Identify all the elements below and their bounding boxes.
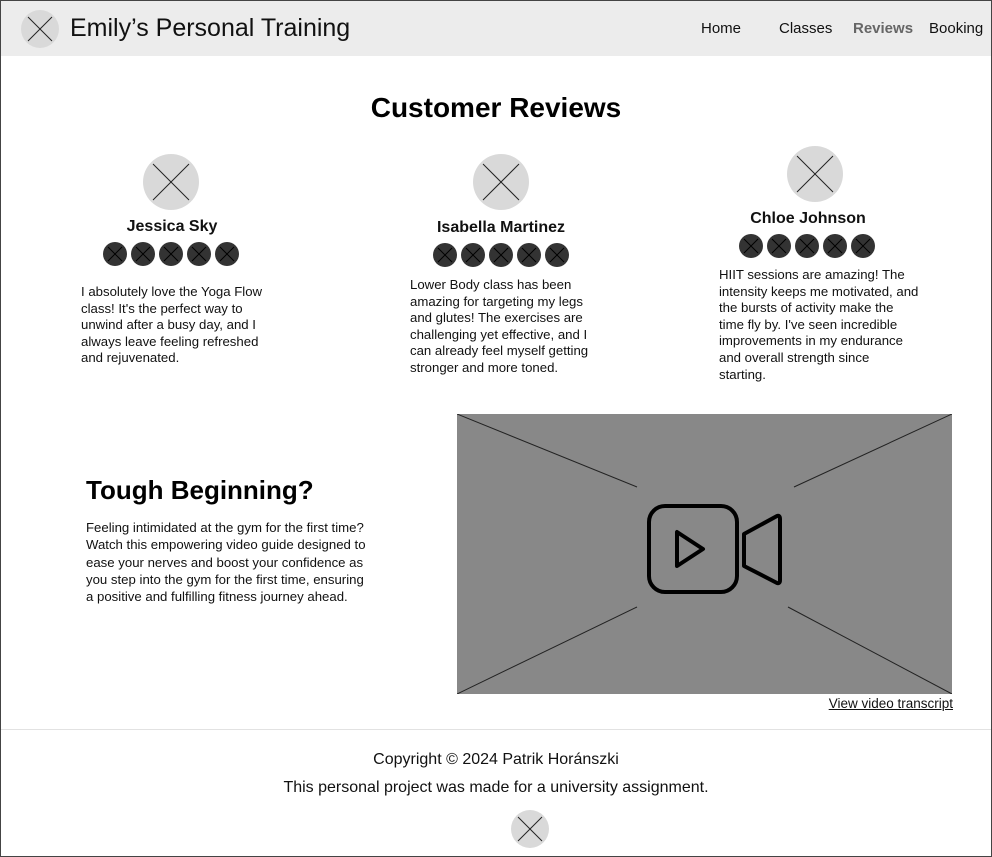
footer-logo-placeholder-icon[interactable] [511,810,549,848]
copyright-text: Copyright © 2024 Patrik Horánszki [373,751,619,768]
view-transcript-link[interactable]: View video transcript [829,696,953,711]
reviewer-name: Chloe Johnson [750,210,866,227]
reviewer-avatar-placeholder-icon [473,154,529,210]
reviewer-name: Isabella Martinez [436,219,566,236]
reviewer-avatar-placeholder-icon [143,154,199,210]
nav-home[interactable]: Home [701,20,741,37]
star-icon [131,242,155,266]
star-icon [187,242,211,266]
site-header: Emily’s Personal Training Home Classes R… [1,1,991,56]
promo-title: Tough Beginning? [86,475,314,505]
star-icon [215,242,239,266]
video-player[interactable] [457,414,952,694]
nav-classes[interactable]: Classes [779,20,832,37]
promo-text: Feeling intimidated at the gym for the f… [86,520,366,605]
logo-placeholder-icon[interactable] [21,10,59,48]
review-text: I absolutely love the Yoga Flow class! I… [81,284,263,366]
review-text: HIIT sessions are amazing! The intensity… [719,267,919,382]
star-icon [159,242,183,266]
review-text: Lower Body class has been amazing for ta… [410,277,589,375]
star-icon [767,234,791,258]
star-icon [795,234,819,258]
star-icon [433,243,457,267]
star-icon [823,234,847,258]
star-icon [461,243,485,267]
footer-divider [1,729,991,730]
assignment-note: This personal project was made for a uni… [283,779,709,796]
star-rating [103,242,239,266]
reviewer-avatar-placeholder-icon [787,146,843,202]
star-icon [489,243,513,267]
nav-booking[interactable]: Booking [929,20,983,37]
star-rating [739,234,875,258]
reviewer-name: Jessica Sky [126,218,218,235]
star-rating [433,243,569,267]
star-icon [739,234,763,258]
site-title[interactable]: Emily’s Personal Training [70,14,350,43]
star-icon [851,234,875,258]
video-camera-play-icon[interactable] [647,504,783,598]
star-icon [103,242,127,266]
reviews-section-title: Customer Reviews [370,92,622,123]
nav-reviews[interactable]: Reviews [853,20,913,37]
star-icon [545,243,569,267]
star-icon [517,243,541,267]
